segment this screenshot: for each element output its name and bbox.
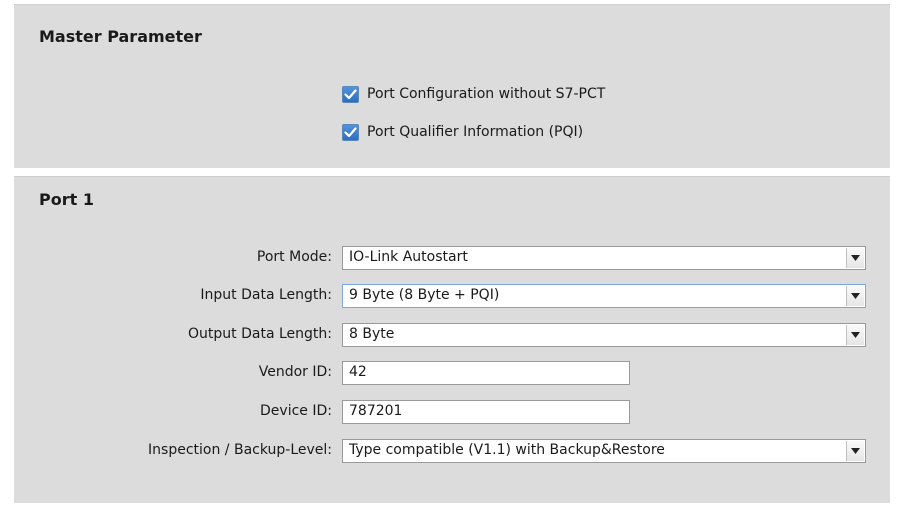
vendor-id-row: Vendor ID: 42 <box>14 361 890 385</box>
port-config-without-s7pct-option[interactable]: Port Configuration without S7-PCT <box>342 84 605 104</box>
input-data-length-value: 9 Byte (8 Byte + PQI) <box>349 287 500 303</box>
input-data-length-label: Input Data Length: <box>200 287 332 303</box>
chevron-down-icon <box>851 293 860 299</box>
port-mode-label: Port Mode: <box>256 249 332 265</box>
inspection-backup-level-select[interactable]: Type compatible (V1.1) with Backup&Resto… <box>342 439 866 463</box>
device-id-field[interactable]: 787201 <box>342 400 630 424</box>
checkmark-icon <box>344 126 357 137</box>
inspection-backup-level-label: Inspection / Backup-Level: <box>148 442 332 458</box>
checkmark-icon <box>344 88 357 99</box>
master-parameter-panel: Master Parameter Port Configuration with… <box>14 4 890 168</box>
input-data-length-select[interactable]: 9 Byte (8 Byte + PQI) <box>342 284 866 308</box>
port-config-label: Port Configuration without S7-PCT <box>367 86 606 102</box>
master-parameter-title: Master Parameter <box>39 27 202 46</box>
device-id-value: 787201 <box>349 403 403 419</box>
inspection-backup-level-dropdown-button[interactable] <box>846 441 864 461</box>
chevron-down-icon <box>851 332 860 338</box>
output-data-length-dropdown-button[interactable] <box>846 325 864 345</box>
output-data-length-row: Output Data Length: 8 Byte <box>14 323 890 347</box>
inspection-backup-level-value: Type compatible (V1.1) with Backup&Resto… <box>349 442 665 458</box>
input-data-length-row: Input Data Length: 9 Byte (8 Byte + PQI) <box>14 284 890 308</box>
vendor-id-value: 42 <box>349 364 367 380</box>
output-data-length-value: 8 Byte <box>349 326 395 342</box>
output-data-length-select[interactable]: 8 Byte <box>342 323 866 347</box>
port-mode-select[interactable]: IO-Link Autostart <box>342 246 866 270</box>
vendor-id-field[interactable]: 42 <box>342 361 630 385</box>
port-1-title: Port 1 <box>39 190 94 209</box>
chevron-down-icon <box>851 448 860 454</box>
port-config-checkbox[interactable] <box>342 85 359 103</box>
output-data-length-label: Output Data Length: <box>188 326 332 342</box>
port-mode-value: IO-Link Autostart <box>349 249 468 265</box>
port-mode-dropdown-button[interactable] <box>846 248 864 268</box>
inspection-backup-level-row: Inspection / Backup-Level: Type compatib… <box>14 439 890 463</box>
port-mode-row: Port Mode: IO-Link Autostart <box>14 246 890 270</box>
input-data-length-dropdown-button[interactable] <box>846 286 864 306</box>
device-id-label: Device ID: <box>260 403 332 419</box>
vendor-id-label: Vendor ID: <box>258 364 332 380</box>
pqi-label: Port Qualifier Information (PQI) <box>367 124 584 140</box>
port-1-panel: Port 1 Port Mode: IO-Link Autostart Inpu… <box>14 176 890 503</box>
device-id-row: Device ID: 787201 <box>14 400 890 424</box>
pqi-checkbox[interactable] <box>342 123 359 141</box>
chevron-down-icon <box>851 255 860 261</box>
port-qualifier-information-option[interactable]: Port Qualifier Information (PQI) <box>342 122 583 142</box>
